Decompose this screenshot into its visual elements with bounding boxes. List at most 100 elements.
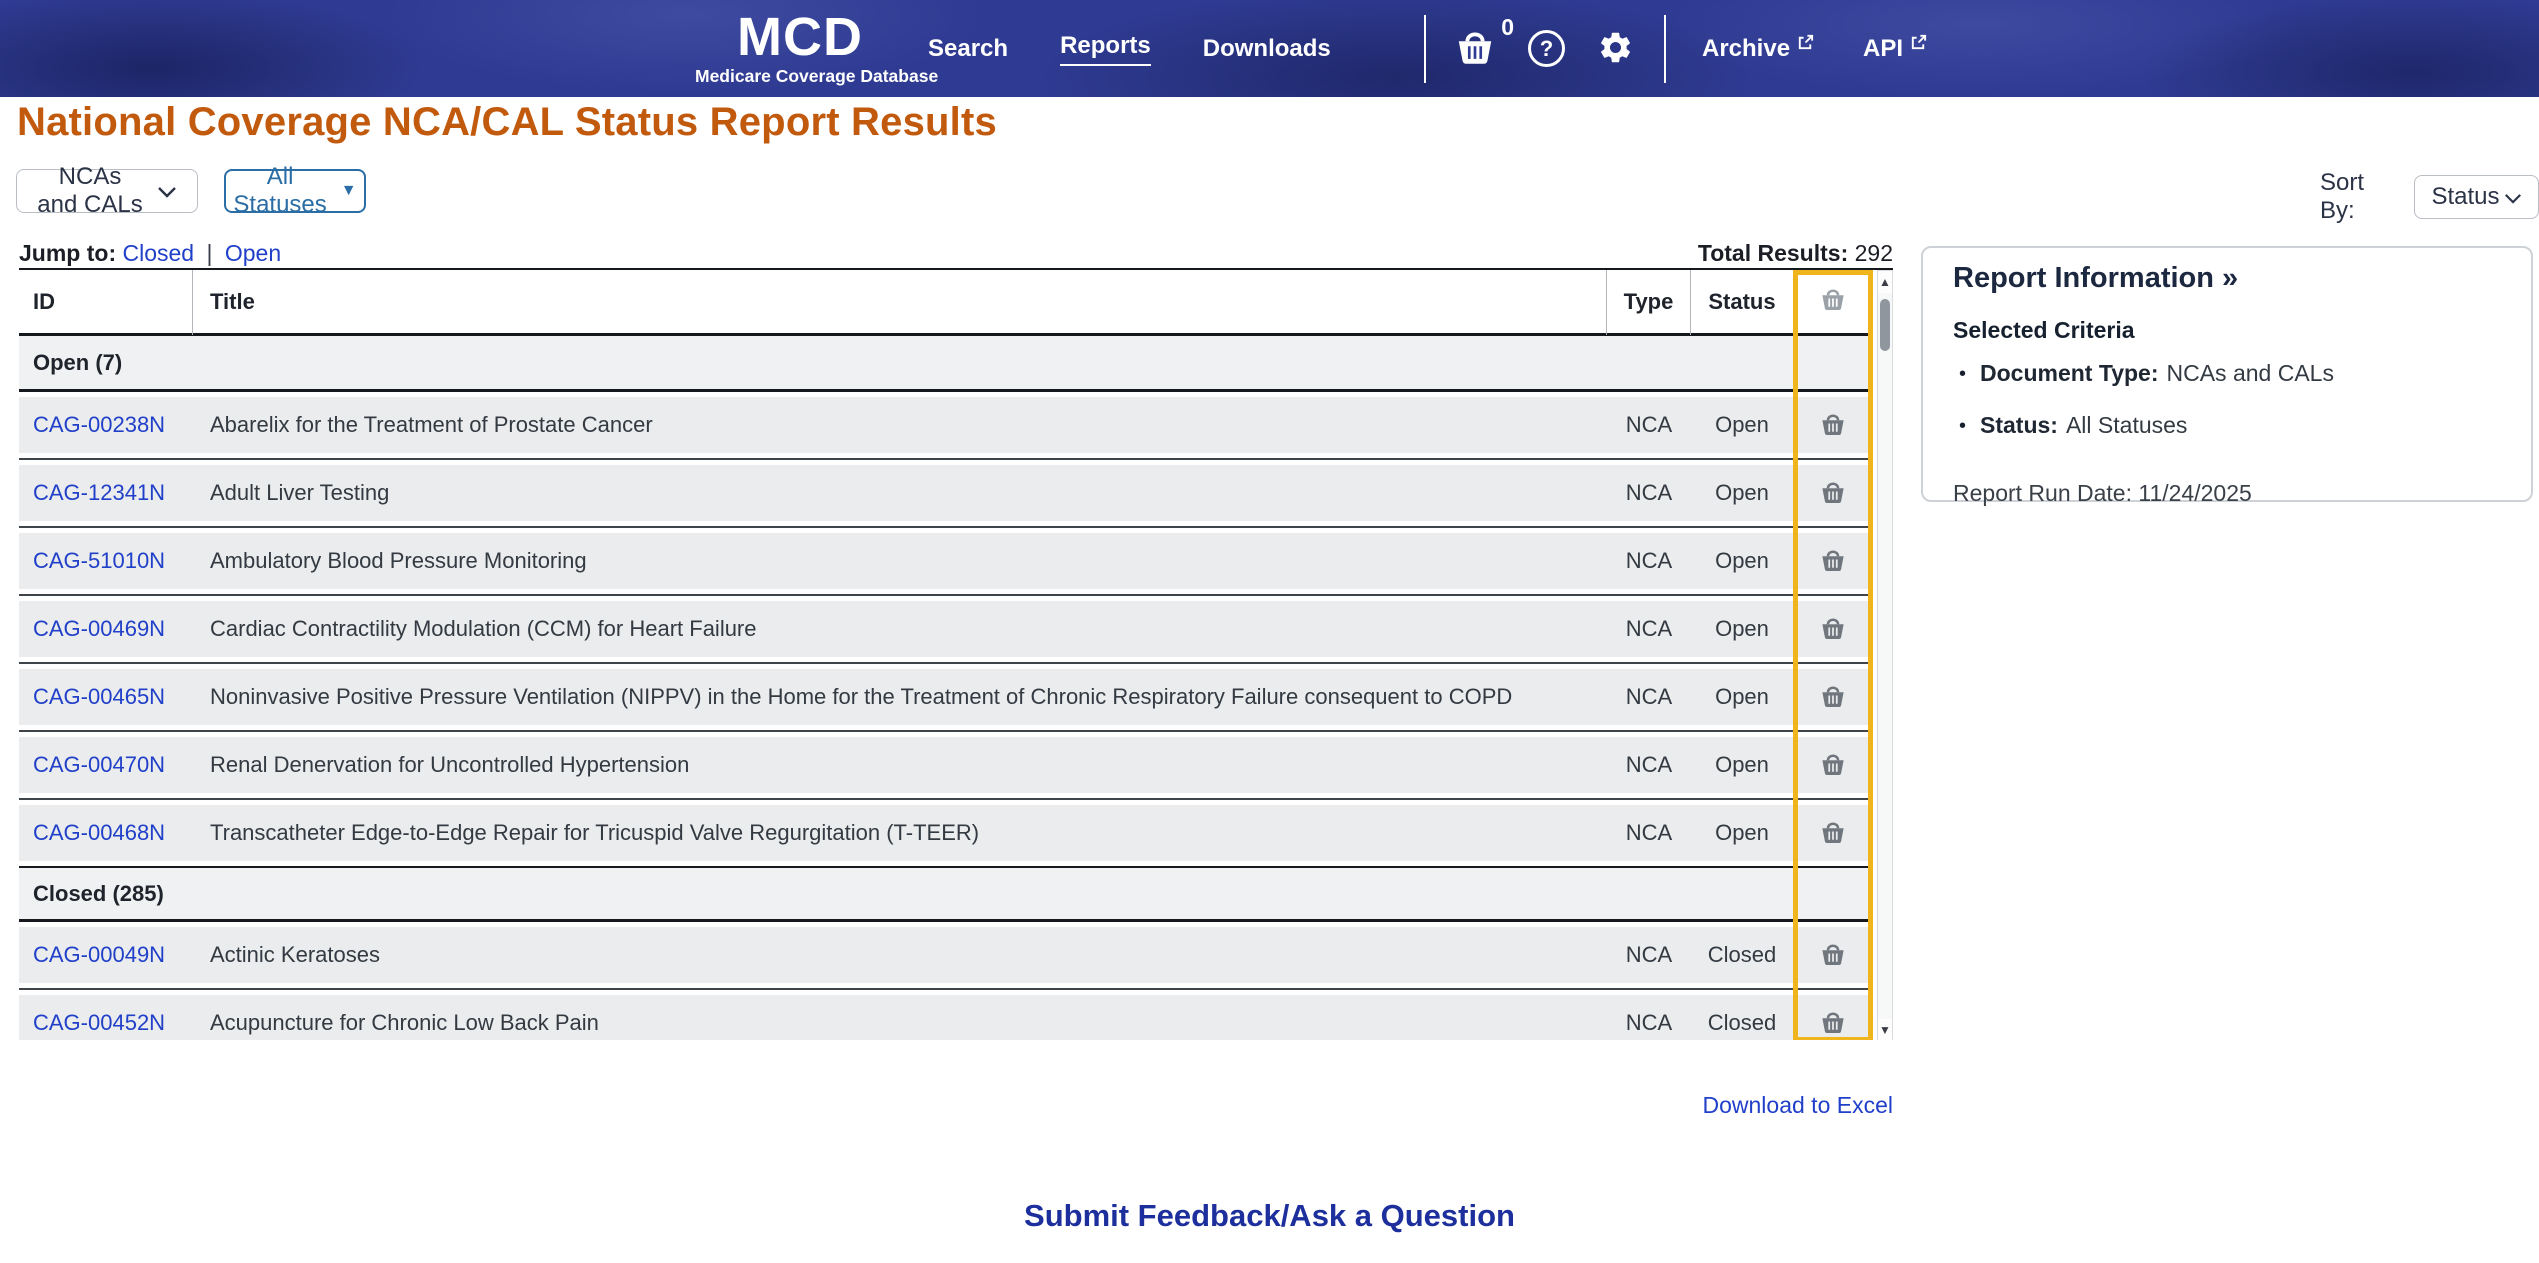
- sort-area: Sort By: Status: [2320, 169, 2539, 225]
- record-id-link[interactable]: CAG-00469N: [33, 616, 165, 642]
- add-to-basket-button[interactable]: [1818, 1008, 1848, 1039]
- add-to-basket-button[interactable]: [1818, 614, 1848, 645]
- basket-icon: [1818, 818, 1848, 849]
- external-link-icon: [1796, 31, 1815, 59]
- table-row: CAG-00469N Cardiac Contractility Modulat…: [19, 601, 1873, 657]
- chevron-down-icon: [2504, 183, 2522, 211]
- table-row: CAG-00468N Transcatheter Edge-to-Edge Re…: [19, 805, 1873, 861]
- record-id-link[interactable]: CAG-00452N: [33, 1010, 165, 1036]
- record-type: NCA: [1625, 548, 1673, 573]
- status-filter-dropdown[interactable]: All Statuses ▼: [224, 163, 366, 218]
- row-separator: [19, 730, 1873, 732]
- table-scrollbar[interactable]: ▲ ▼: [1877, 270, 1893, 1040]
- table-row: CAG-00470N Renal Denervation for Uncontr…: [19, 737, 1873, 793]
- sort-by-dropdown[interactable]: Status: [2414, 175, 2539, 219]
- record-type: NCA: [1625, 820, 1673, 845]
- gear-icon: [1597, 29, 1634, 69]
- basket-icon: [1818, 546, 1848, 577]
- table-row: CAG-51010N Ambulatory Blood Pressure Mon…: [19, 533, 1873, 589]
- record-status: Open: [1715, 684, 1769, 709]
- record-id-link[interactable]: CAG-00470N: [33, 752, 165, 778]
- record-id-link[interactable]: CAG-51010N: [33, 548, 165, 574]
- record-type: NCA: [1625, 752, 1673, 777]
- api-label: API: [1863, 34, 1904, 62]
- row-separator: [19, 594, 1873, 596]
- report-information-heading[interactable]: Report Information »: [1953, 262, 2501, 295]
- add-to-basket-button[interactable]: [1818, 546, 1848, 577]
- row-separator: [19, 798, 1873, 800]
- criteria-item-status: • Status: All Statuses: [1953, 412, 2501, 440]
- status-filter-value: All Statuses: [233, 163, 327, 218]
- add-to-basket-button[interactable]: [1818, 750, 1848, 781]
- add-to-basket-button[interactable]: [1818, 818, 1848, 849]
- table-row: CAG-00452N Acupuncture for Chronic Low B…: [19, 995, 1873, 1040]
- external-link-icon: [1909, 31, 1928, 59]
- bullet-icon: •: [1959, 415, 1967, 437]
- row-separator: [19, 988, 1873, 990]
- nav-link-downloads[interactable]: Downloads: [1203, 35, 1331, 63]
- table-row: CAG-12341N Adult Liver Testing NCA Open: [19, 465, 1873, 521]
- table-body: Open (7) CAG-00238N Abarelix for the Tre…: [19, 336, 1873, 1040]
- document-type-value: NCAs and CALs: [37, 163, 143, 218]
- record-type: NCA: [1625, 684, 1673, 709]
- record-id-link[interactable]: CAG-12341N: [33, 480, 165, 506]
- criteria-label: Status:: [1980, 412, 2058, 438]
- criteria-value: All Statuses: [2065, 412, 2188, 438]
- record-id-link[interactable]: CAG-00049N: [33, 942, 165, 968]
- record-type: NCA: [1625, 412, 1673, 437]
- nav-link-api[interactable]: API: [1863, 34, 1928, 63]
- add-to-basket-button[interactable]: [1818, 940, 1848, 971]
- basket-icon: [1818, 1008, 1848, 1039]
- record-title: Ambulatory Blood Pressure Monitoring: [210, 548, 587, 573]
- help-icon[interactable]: ?: [1528, 30, 1565, 67]
- basket-count-badge: 0: [1501, 14, 1514, 40]
- primary-nav-links: Search Reports Downloads: [928, 0, 1331, 97]
- record-title: Actinic Keratoses: [210, 942, 380, 967]
- mcd-logo[interactable]: MCD Medicare Coverage Database: [695, 9, 938, 87]
- add-to-basket-button[interactable]: [1818, 478, 1848, 509]
- nav-link-archive[interactable]: Archive: [1702, 34, 1815, 63]
- chevron-down-icon: [157, 177, 177, 205]
- nav-basket-button[interactable]: 0: [1452, 14, 1514, 71]
- download-to-excel-link[interactable]: Download to Excel: [19, 1092, 1894, 1119]
- nav-utility-area: 0 ? Archive API: [1424, 0, 1928, 97]
- sort-by-label: Sort By:: [2320, 169, 2365, 224]
- basket-icon: [1452, 26, 1498, 71]
- add-to-basket-button[interactable]: [1818, 410, 1848, 441]
- nav-divider: [1664, 14, 1666, 83]
- document-type-dropdown[interactable]: NCAs and CALs: [16, 163, 198, 218]
- report-run-date: Report Run Date: 11/24/2025: [1953, 480, 2252, 506]
- settings-button[interactable]: [1597, 29, 1634, 69]
- record-id-link[interactable]: CAG-00468N: [33, 820, 165, 846]
- column-header-type: Type: [1607, 270, 1691, 335]
- add-to-basket-button[interactable]: [1818, 682, 1848, 713]
- row-separator: [19, 662, 1873, 664]
- report-information-panel: Report Information » Selected Criteria •…: [1921, 246, 2533, 506]
- nav-link-search[interactable]: Search: [928, 35, 1008, 63]
- caret-down-icon: ▼: [340, 182, 357, 199]
- criteria-label: Document Type:: [1980, 360, 2159, 386]
- scrollbar-thumb[interactable]: [1880, 299, 1890, 351]
- group-label: Open (7): [33, 349, 123, 375]
- table-row: CAG-00049N Actinic Keratoses NCA Closed: [19, 927, 1873, 983]
- filter-bar: NCAs and CALs All Statuses ▼: [16, 163, 366, 218]
- criteria-item-document-type: • Document Type: NCAs and CALs: [1953, 360, 2501, 388]
- record-title: Transcatheter Edge-to-Edge Repair for Tr…: [210, 820, 980, 845]
- table-row: CAG-00465N Noninvasive Positive Pressure…: [19, 669, 1873, 725]
- record-id-link[interactable]: CAG-00465N: [33, 684, 165, 710]
- record-id-link[interactable]: CAG-00238N: [33, 412, 165, 438]
- results-table: ID Title Type Status Open (7) CAG-00238N…: [19, 268, 1893, 1040]
- nav-link-reports[interactable]: Reports: [1060, 32, 1151, 66]
- group-label: Closed (285): [33, 880, 164, 906]
- table-header-row: ID Title Type Status: [19, 270, 1873, 336]
- basket-icon: [1818, 682, 1848, 713]
- total-results-value: 292: [1854, 240, 1893, 266]
- scroll-down-button[interactable]: ▼: [1878, 1019, 1892, 1040]
- group-header-row: Closed (285): [19, 866, 1873, 922]
- page-title: National Coverage NCA/CAL Status Report …: [17, 100, 997, 144]
- submit-feedback-link[interactable]: Submit Feedback/Ask a Question: [0, 1198, 2539, 1234]
- scroll-up-button[interactable]: ▲: [1878, 271, 1892, 293]
- column-header-status: Status: [1708, 288, 1776, 314]
- record-status: Open: [1715, 412, 1769, 437]
- table-row: CAG-00238N Abarelix for the Treatment of…: [19, 397, 1873, 453]
